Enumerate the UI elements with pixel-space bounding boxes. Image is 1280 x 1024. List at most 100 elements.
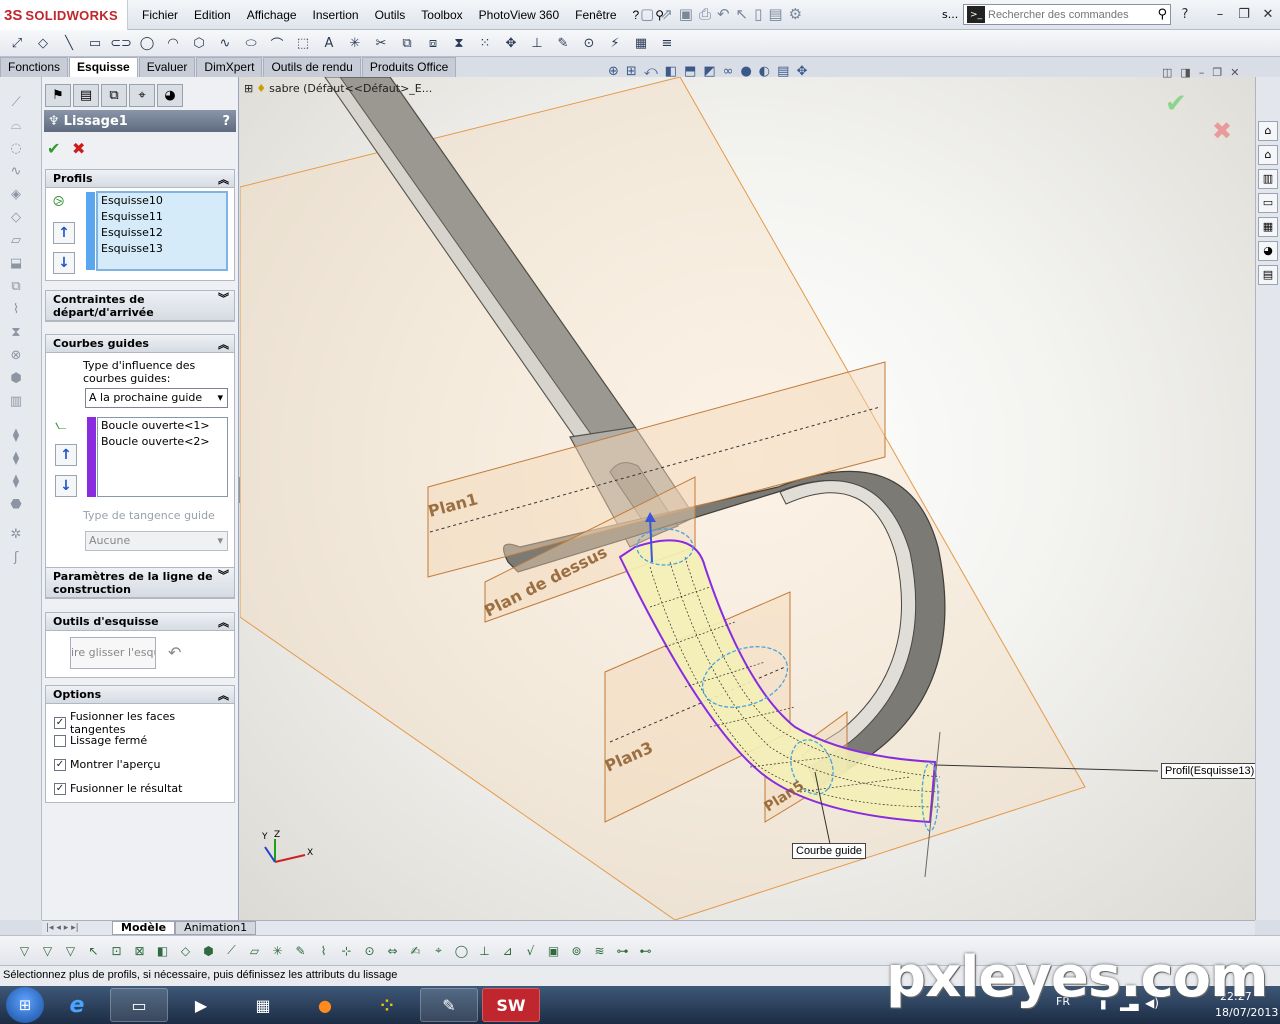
- cube-tool-icon[interactable]: ⬢: [6, 371, 26, 391]
- tab-animation1[interactable]: Animation1: [175, 921, 257, 935]
- solidworks-taskbar-icon[interactable]: SW: [482, 988, 540, 1022]
- pan-icon[interactable]: ✥: [796, 64, 807, 79]
- filter-blocks-icon[interactable]: ▣: [543, 941, 564, 961]
- collapse-up-icon[interactable]: ︽: [218, 336, 229, 352]
- viewport-tile-icon[interactable]: ◫: [1162, 66, 1172, 79]
- shell-tool-icon[interactable]: ▥: [6, 394, 26, 414]
- media-player-taskbar-icon[interactable]: ▶: [172, 988, 230, 1022]
- home-icon[interactable]: ⌂: [1258, 145, 1278, 165]
- display-relations-icon[interactable]: ⊥: [526, 33, 548, 53]
- undo-sketch-icon[interactable]: ↶: [168, 643, 181, 662]
- filter-all-icon[interactable]: ▽: [60, 941, 81, 961]
- filter-gtol-icon[interactable]: ⌖: [428, 941, 449, 961]
- convert-icon[interactable]: ⧉: [396, 33, 418, 53]
- open-icon[interactable]: ⇗: [660, 5, 673, 23]
- resources-icon[interactable]: ⌂: [1258, 121, 1278, 141]
- filter-vertices-icon[interactable]: ⊡: [106, 941, 127, 961]
- lissage-ferme-checkbox[interactable]: Lissage fermé: [54, 734, 147, 747]
- rebuild-icon[interactable]: ▯: [754, 5, 762, 23]
- offset-icon[interactable]: ⧈: [422, 33, 444, 53]
- cancel-button[interactable]: ✖: [72, 139, 85, 158]
- view-settings-icon[interactable]: ▤: [777, 64, 789, 79]
- explorer-taskbar-icon[interactable]: ▭: [110, 988, 168, 1022]
- feature-tool-icon[interactable]: ⧫: [6, 428, 26, 448]
- menu-edition[interactable]: Edition: [186, 8, 239, 22]
- slot-icon[interactable]: ⊂⊃: [110, 33, 132, 53]
- pattern-icon[interactable]: ⁙: [474, 33, 496, 53]
- collapse-up-icon[interactable]: ︽: [218, 614, 229, 630]
- fusionner-resultat-checkbox[interactable]: ✓ Fusionner le résultat: [54, 782, 182, 795]
- more-icon[interactable]: ≡: [656, 33, 678, 53]
- outils-esquisse-header[interactable]: Outils d'esquisse ︽: [46, 613, 234, 631]
- rect-tool-icon[interactable]: ▱: [6, 233, 26, 253]
- influence-dropdown[interactable]: A la prochaine guide ▾: [85, 388, 228, 408]
- list-item[interactable]: Esquisse10: [98, 193, 226, 209]
- filter-balloons-icon[interactable]: ◯: [451, 941, 472, 961]
- pm-help-icon[interactable]: ?: [222, 114, 230, 129]
- filter-center-icon[interactable]: ⊙: [359, 941, 380, 961]
- rectangle-icon[interactable]: ▭: [84, 33, 106, 53]
- file-props-icon[interactable]: ▤: [768, 5, 782, 23]
- filter-weld-icon[interactable]: ⊥: [474, 941, 495, 961]
- repair-icon[interactable]: ✎: [552, 33, 574, 53]
- move-up-button[interactable]: ↑: [53, 222, 75, 244]
- viewport-restore-icon[interactable]: ❐: [1212, 66, 1222, 79]
- gimp-taskbar-icon[interactable]: ✎: [420, 988, 478, 1022]
- undo-icon[interactable]: ↶: [717, 5, 730, 23]
- solidworks-logo[interactable]: 3S SOLIDWORKS: [0, 0, 128, 30]
- filter-datum-icon[interactable]: ⊿: [497, 941, 518, 961]
- graphics-area[interactable]: Plan1 Plan de dessus Plan3 Plan5 X Y Z P…: [240, 77, 1255, 920]
- menu-outils[interactable]: Outils: [367, 8, 414, 22]
- dimxpert-tab-icon[interactable]: ⌖: [129, 84, 155, 107]
- drag-sketch-button[interactable]: ire glisser l'esquis: [70, 637, 156, 669]
- plane-tool-icon[interactable]: ◈: [6, 187, 26, 207]
- filter-toggle-icon[interactable]: ▽: [14, 941, 35, 961]
- guide-move-up-button[interactable]: ↑: [55, 444, 77, 466]
- filter-surfaces-icon[interactable]: ◇: [175, 941, 196, 961]
- instant2d-icon[interactable]: ▦: [630, 33, 652, 53]
- parametres-header[interactable]: Paramètres de la ligne de construction ︾: [46, 568, 234, 598]
- custom-properties-icon[interactable]: ▤: [1258, 265, 1278, 285]
- previous-view-icon[interactable]: ⤺: [644, 64, 658, 79]
- save-icon[interactable]: ▣: [679, 5, 693, 23]
- confirm-corner-ok-icon[interactable]: ✔: [1165, 89, 1187, 119]
- confirm-corner-cancel-icon[interactable]: ✖: [1212, 117, 1232, 145]
- start-button[interactable]: ⊞: [6, 987, 44, 1023]
- display-style-icon[interactable]: ◩: [703, 64, 715, 79]
- search-input[interactable]: [988, 8, 1138, 21]
- courbes-guides-header[interactable]: Courbes guides ︽: [46, 335, 234, 353]
- montrer-apercu-checkbox[interactable]: ✓ Montrer l'aperçu: [54, 758, 160, 771]
- close-button[interactable]: ✕: [1258, 6, 1278, 24]
- expand-icon[interactable]: ⊞: [244, 82, 253, 95]
- menu-insertion[interactable]: Insertion: [305, 8, 367, 22]
- tab-fonctions[interactable]: Fonctions: [0, 57, 69, 77]
- search-icon[interactable]: ⚲: [1157, 7, 1167, 22]
- zoom-fit-icon[interactable]: ⊕: [608, 64, 619, 79]
- list-item[interactable]: Boucle ouverte<1>: [98, 418, 227, 434]
- offset-tool-icon[interactable]: ◇: [6, 210, 26, 230]
- filter-cosmetic-icon[interactable]: ≋: [589, 941, 610, 961]
- ie-taskbar-icon[interactable]: e: [48, 988, 106, 1022]
- feature3-tool-icon[interactable]: ⧫: [6, 474, 26, 494]
- tangence-dropdown[interactable]: Aucune ▾: [85, 531, 228, 551]
- appearances-icon[interactable]: ◕: [1258, 241, 1278, 261]
- convert-tool-icon[interactable]: ⧉: [6, 279, 26, 299]
- list-item[interactable]: Esquisse12: [98, 225, 226, 241]
- expand-down-icon[interactable]: ︾: [218, 292, 229, 305]
- select-icon[interactable]: ↖: [736, 5, 749, 23]
- polygon-icon[interactable]: ⬡: [188, 33, 210, 53]
- tab-esquisse[interactable]: Esquisse: [69, 57, 138, 77]
- options-icon[interactable]: ⚙: [789, 5, 802, 23]
- filter-notes-icon[interactable]: ✍: [405, 941, 426, 961]
- filter-segments-icon[interactable]: ⌇: [313, 941, 334, 961]
- menu-toolbox[interactable]: Toolbox: [413, 8, 470, 22]
- minimize-button[interactable]: –: [1210, 6, 1230, 24]
- fusionner-faces-checkbox[interactable]: ✓ Fusionner les faces tangentes: [54, 710, 234, 736]
- tab-outils-rendu[interactable]: Outils de rendu: [263, 57, 361, 77]
- circle-icon[interactable]: ◯: [136, 33, 158, 53]
- curve-tool-icon[interactable]: ʃ: [6, 550, 26, 570]
- edit-appearance-icon[interactable]: ●: [740, 64, 751, 79]
- profils-header[interactable]: Profils ︽: [46, 170, 234, 188]
- mirror-tool-icon[interactable]: ⧗: [6, 325, 26, 345]
- guide-move-down-button[interactable]: ↓: [55, 475, 77, 497]
